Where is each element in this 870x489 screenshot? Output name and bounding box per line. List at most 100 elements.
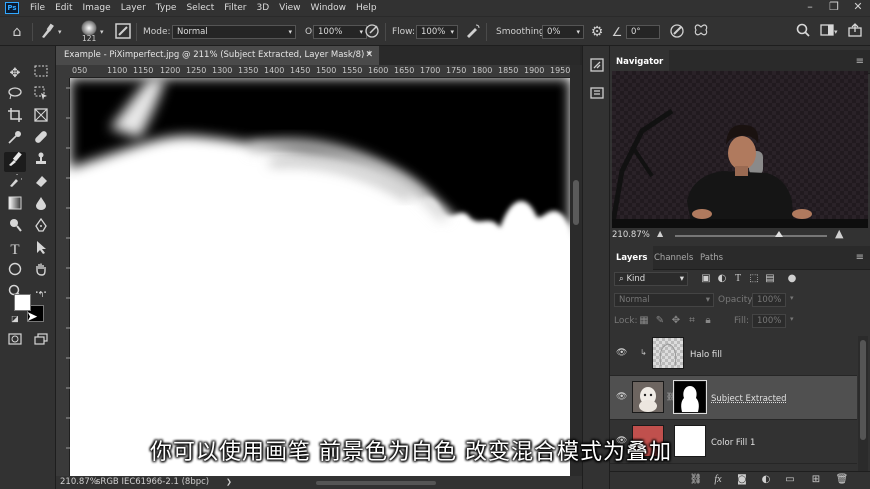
gradient-tool-icon[interactable] xyxy=(4,196,26,216)
restore-icon[interactable]: ❐ xyxy=(824,0,844,16)
layer-name[interactable]: Halo fill xyxy=(690,350,722,360)
menu-type[interactable]: Type xyxy=(151,0,182,16)
layer-style-fx-icon[interactable]: fx xyxy=(710,474,726,485)
menu-help[interactable]: Help xyxy=(351,0,382,16)
canvas-vertical-scrollbar[interactable] xyxy=(570,65,582,476)
chevron-down-icon[interactable]: ▾ xyxy=(790,294,794,302)
layer-filter-kind-select[interactable]: ⌕ Kind ▾ xyxy=(614,272,688,286)
lock-image-pixels-icon[interactable]: ✎ xyxy=(654,315,666,327)
blend-mode-select[interactable]: Normal ▾ xyxy=(614,293,714,307)
screen-mode-icon[interactable] xyxy=(30,332,52,352)
menu-edit[interactable]: Edit xyxy=(50,0,77,16)
share-icon[interactable] xyxy=(846,23,864,41)
layers-scrollbar[interactable] xyxy=(858,336,868,471)
lock-transparency-icon[interactable]: ▦ xyxy=(638,315,650,327)
filter-shape-layers-icon[interactable]: ⬚ xyxy=(748,273,760,285)
document-tab[interactable]: Example - PiXimperfect.jpg @ 211% (Subje… xyxy=(56,46,380,65)
menu-filter[interactable]: Filter xyxy=(219,0,251,16)
tab-layers[interactable]: Layers xyxy=(610,246,654,270)
healing-brush-tool-icon[interactable] xyxy=(30,130,52,150)
menu-3d[interactable]: 3D xyxy=(252,0,275,16)
menu-image[interactable]: Image xyxy=(78,0,116,16)
vertical-ruler[interactable] xyxy=(56,78,70,476)
delete-layer-trash-icon[interactable]: 🗑︎ xyxy=(834,474,850,485)
navigator-zoom-slider[interactable] xyxy=(675,231,827,237)
zoom-in-mountain-icon[interactable]: ▲ xyxy=(835,227,843,240)
tab-paths[interactable]: Paths xyxy=(694,246,729,270)
scrollbar-thumb[interactable] xyxy=(573,180,579,225)
history-brush-tool-icon[interactable] xyxy=(4,170,26,194)
layer-row[interactable]: 👁︎ ↳ Halo fill xyxy=(610,332,857,376)
filter-adjustment-layers-icon[interactable]: ◐ xyxy=(716,273,728,285)
lock-artboard-icon[interactable]: ⌗ xyxy=(686,315,698,327)
history-panel-icon[interactable] xyxy=(589,58,605,74)
layer-name[interactable]: Color Fill 1 xyxy=(711,438,755,448)
foreground-color-swatch[interactable] xyxy=(14,294,31,311)
symmetry-butterfly-icon[interactable] xyxy=(692,23,710,41)
canvas-horizontal-scrollbar[interactable] xyxy=(316,481,436,485)
status-menu-caret-icon[interactable]: ❯ xyxy=(226,476,232,489)
smoothing-field[interactable]: 0% ▾ xyxy=(542,25,584,39)
object-selection-tool-icon[interactable] xyxy=(30,86,52,106)
layer-fill-field[interactable]: 100% xyxy=(752,314,786,328)
brush-size-caret-icon[interactable]: ▾ xyxy=(100,17,104,47)
opacity-field[interactable]: 100% ▾ xyxy=(313,25,367,39)
status-zoom-value[interactable]: 210.87% xyxy=(60,476,98,489)
chevron-down-icon[interactable]: ▾ xyxy=(790,315,794,323)
ellipse-tool-icon[interactable] xyxy=(4,262,26,282)
type-tool-icon[interactable]: T xyxy=(4,240,26,260)
layer-visibility-eye-icon[interactable]: 👁︎ xyxy=(616,348,627,358)
flow-field[interactable]: 100% ▾ xyxy=(416,25,458,39)
quick-mask-icon[interactable] xyxy=(4,332,26,352)
path-selection-tool-icon[interactable] xyxy=(30,240,52,260)
adjustment-layer-icon[interactable]: ◐ xyxy=(758,474,774,485)
home-icon[interactable]: ⌂ xyxy=(8,23,26,41)
search-icon[interactable] xyxy=(794,23,812,41)
zoom-out-mountain-icon[interactable]: ▲ xyxy=(657,229,663,238)
filter-toggle-icon[interactable]: ● xyxy=(786,273,798,285)
close-window-icon[interactable]: ✕ xyxy=(848,0,868,16)
dodge-tool-icon[interactable] xyxy=(4,218,26,238)
link-layers-icon[interactable]: ⛓︎ xyxy=(688,474,704,485)
layer-mask-thumbnail[interactable] xyxy=(673,380,707,414)
menu-file[interactable]: File xyxy=(25,0,50,16)
workspace-caret-icon[interactable]: ▾ xyxy=(834,17,838,47)
swap-colors-icon[interactable]: ↰ xyxy=(36,290,46,300)
menu-layer[interactable]: Layer xyxy=(116,0,151,16)
mode-select[interactable]: Normal ▾ xyxy=(172,25,296,39)
smoothing-settings-gear-icon[interactable]: ⚙ xyxy=(588,23,606,41)
navigator-zoom-value[interactable]: 210.87% xyxy=(612,230,650,240)
menu-window[interactable]: Window xyxy=(306,0,352,16)
properties-panel-icon[interactable] xyxy=(589,86,605,102)
lock-all-icon[interactable]: 🔒︎ xyxy=(702,315,714,327)
filter-pixel-layers-icon[interactable]: ▣ xyxy=(700,273,712,285)
blur-tool-icon[interactable] xyxy=(30,196,52,216)
lock-position-icon[interactable]: ✥ xyxy=(670,315,682,327)
crop-tool-icon[interactable] xyxy=(4,108,26,128)
airbrush-icon[interactable] xyxy=(464,23,482,41)
pressure-opacity-icon[interactable] xyxy=(363,23,381,41)
minimize-icon[interactable]: – xyxy=(800,0,820,16)
brush-preset-caret-icon[interactable]: ▾ xyxy=(58,17,62,47)
navigator-thumbnail[interactable] xyxy=(612,71,868,228)
filter-type-layers-icon[interactable]: T xyxy=(732,273,744,285)
marquee-tool-icon[interactable] xyxy=(30,64,52,84)
brush-settings-panel-icon[interactable] xyxy=(114,23,132,41)
document-canvas[interactable] xyxy=(70,78,570,476)
add-mask-icon[interactable]: ◙ xyxy=(734,474,750,485)
layer-visibility-eye-icon[interactable]: 👁︎ xyxy=(616,392,627,402)
new-layer-icon[interactable]: ⊞ xyxy=(808,474,824,485)
lasso-tool-icon[interactable] xyxy=(4,86,26,106)
filter-smart-objects-icon[interactable]: ▤ xyxy=(764,273,776,285)
eraser-tool-icon[interactable] xyxy=(30,174,52,194)
brush-tool-icon[interactable] xyxy=(4,151,26,172)
slider-knob[interactable] xyxy=(775,231,783,237)
clone-stamp-tool-icon[interactable] xyxy=(30,152,52,172)
angle-field[interactable]: 0° xyxy=(626,25,660,39)
layer-name[interactable]: Subject Extracted xyxy=(711,394,787,404)
layer-mask-thumbnail[interactable] xyxy=(674,425,706,457)
scrollbar-thumb[interactable] xyxy=(860,340,866,440)
frame-tool-icon[interactable] xyxy=(30,108,52,128)
hand-tool-icon[interactable] xyxy=(30,262,52,282)
menu-select[interactable]: Select xyxy=(181,0,219,16)
